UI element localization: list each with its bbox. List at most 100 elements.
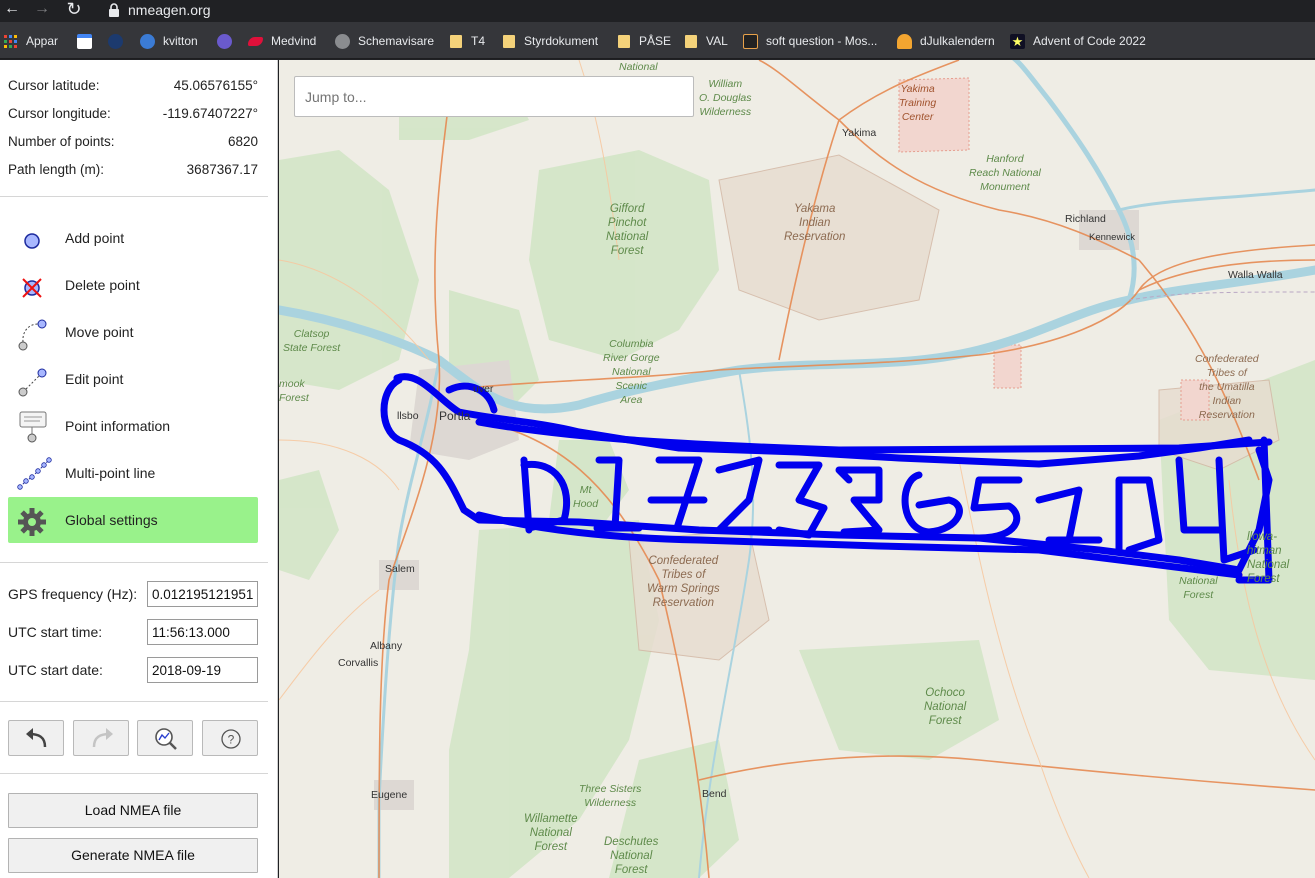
gps-frequency-input[interactable] [147,581,258,607]
bookmark-folder-t4[interactable]: T4 [450,32,485,50]
map-label: National [619,61,658,73]
tool-point-information[interactable]: Point information [8,403,258,449]
lock-icon [109,3,119,17]
mathoverflow-icon [743,33,758,49]
map-label-text: Columbia River Gorge National Scenic Are… [603,338,660,406]
bookmark-label: Advent of Code 2022 [1033,34,1146,48]
bookmark-appar[interactable]: Appar [3,32,58,50]
map-label: Confederated Tribes of the Umatilla Indi… [1195,352,1259,422]
tool-delete-point[interactable]: Delete point [8,262,258,308]
bookmark-advent-of-code[interactable]: ★ Advent of Code 2022 [1010,32,1146,50]
jump-to-search-input[interactable] [294,76,694,117]
folder-icon [450,34,462,48]
bookmark-schemavisare[interactable]: Schemavisare [335,32,434,50]
divider [0,701,268,702]
map-label-text: Willamette National Forest [524,813,578,853]
folder-icon [618,34,630,48]
bookmark-mathoverflow[interactable]: soft question - Mos... [743,32,877,50]
cursor-longitude-value: -119.67407227° [162,106,258,121]
utc-start-date-input[interactable] [147,657,258,683]
map-label: Portla [439,409,471,423]
bookmark-folder-val[interactable]: VAL [685,32,728,50]
bookmark-folder-pase[interactable]: PÅSE [618,32,671,50]
utc-start-date-label: UTC start date: [8,662,103,678]
path-length-row: Path length (m): 3687367.17 [8,162,258,182]
map-label: Corvallis [338,657,379,669]
path-length-label: Path length (m): [8,162,105,177]
forward-arrow-icon[interactable]: → [32,0,52,20]
gps-frequency-label: GPS frequency (Hz): [8,586,138,602]
utc-start-time-input[interactable] [147,619,258,645]
cursor-longitude-row: Cursor longitude: -119.67407227° [8,106,258,126]
help-icon: ? [221,729,241,749]
map-label-text: Gifford Pinchot National Forest [606,203,649,257]
bookmark-label: kvitton [163,34,198,48]
map-label: Willamette National Forest [524,812,578,854]
move-point-icon [18,319,47,351]
w-logo-icon [217,33,232,49]
undo-button[interactable] [8,720,64,756]
reload-icon[interactable]: ↻ [64,0,84,20]
map-label: Walla Walla [1228,269,1283,281]
path-length-value: 3687367.17 [186,162,258,177]
bookmark-medvind[interactable]: Medvind [248,32,316,50]
star-icon: ★ [1010,33,1025,49]
bookmark-label: dJulkalendern [920,34,995,48]
tool-label: Global settings [65,512,158,528]
redo-icon [92,728,113,748]
map-label: Mt Hood [573,483,598,511]
load-nmea-button[interactable]: Load NMEA file [8,793,258,828]
gps-frequency-row: GPS frequency (Hz): [8,581,258,607]
divider [0,773,268,774]
gear-icon [18,508,46,536]
bookmark-w[interactable] [217,32,240,50]
bookmark-calendar[interactable] [77,32,100,50]
medvind-icon [248,36,263,46]
map-label-text: Three Sisters Wilderness [579,783,642,809]
bookmarks-bar: Appar kvitton Medvind Schemavisare T4 St… [0,22,1315,59]
folder-icon [685,34,697,48]
number-of-points-label: Number of points: [8,134,115,149]
help-button[interactable]: ? [202,720,258,756]
map-label: Gifford Pinchot National Forest [606,202,648,258]
map-label-text: Confederated Tribes of the Umatilla Indi… [1195,353,1259,421]
svg-text:?: ? [228,733,235,747]
point-info-icon [19,411,47,443]
map-label-text: mook Forest [279,378,309,404]
map-label-text: Deschutes National Forest [604,836,659,876]
address-bar-url[interactable]: nmeagen.org [128,1,211,19]
divider [0,562,268,563]
redo-button[interactable] [73,720,129,756]
bookmark-folder-styrdokument[interactable]: Styrdokument [503,32,598,50]
bookmark-kvitton[interactable]: kvitton [140,32,198,50]
map-label-text: llowa- hitman National Forest [1247,531,1290,585]
bookmark-label: VAL [706,34,728,48]
tool-label: Edit point [65,371,124,387]
bookmark-label: Medvind [271,34,317,48]
zoom-to-path-button[interactable] [137,720,193,756]
map-label: Yakama Indian Reservation [784,202,845,244]
map-label: Kennewick [1089,232,1135,243]
bookmark-djulkalendern[interactable]: dJulkalendern [897,32,995,50]
map-label: uver [473,383,494,395]
map-label-text: Yakima Training Center [899,83,937,123]
back-arrow-icon[interactable]: ← [2,0,22,20]
generate-nmea-button[interactable]: Generate NMEA file [8,838,258,873]
map-label-text: National Forest [1179,575,1218,601]
tool-add-point[interactable]: Add point [8,215,258,261]
map-label-text: Hanford Reach National Monument [969,153,1041,193]
tool-edit-point[interactable]: Edit point [8,356,258,402]
tool-global-settings[interactable]: Global settings [8,497,258,543]
utc-start-time-row: UTC start time: [8,619,258,645]
tool-multi-point-line[interactable]: Multi-point line [8,450,258,496]
tool-move-point[interactable]: Move point [8,309,258,355]
globe-icon [335,33,350,49]
kvitton-icon [140,33,155,49]
map-label: Salem [385,563,415,575]
delete-point-icon [22,278,42,298]
tool-label: Point information [65,418,171,434]
map-label-text: Ochoco National Forest [924,687,967,727]
map-label: Richland [1065,213,1106,225]
bookmark-u[interactable] [108,32,131,50]
map-view[interactable]: National Yakima Training Center William … [279,60,1315,878]
